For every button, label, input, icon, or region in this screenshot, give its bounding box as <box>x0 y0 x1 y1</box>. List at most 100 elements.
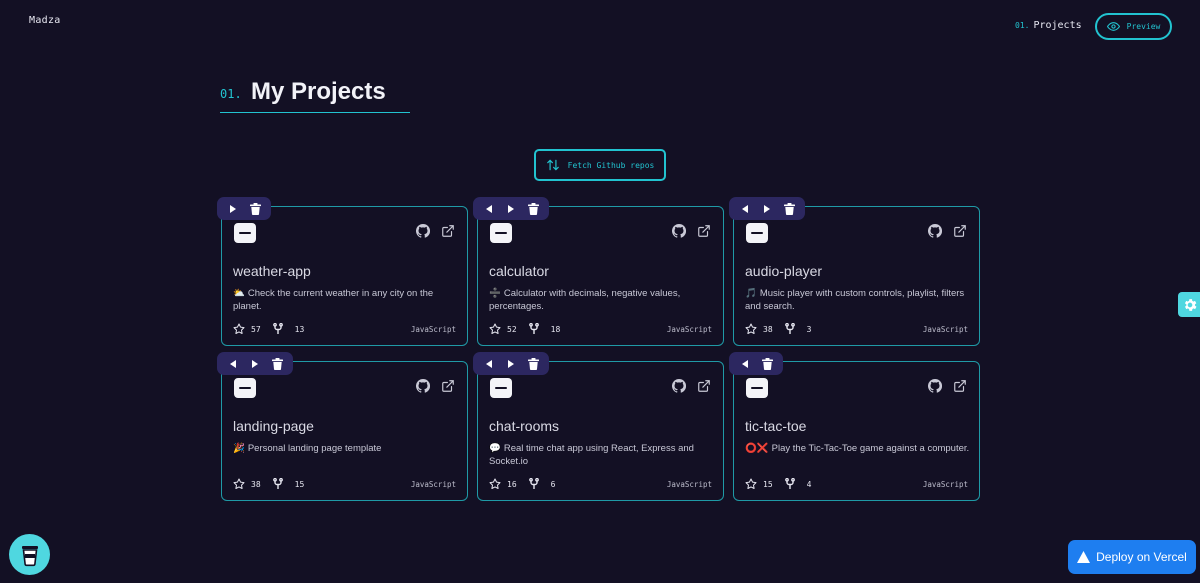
external-link-icon[interactable] <box>697 224 711 238</box>
folder-icon <box>746 378 768 398</box>
move-left-button[interactable] <box>481 356 497 372</box>
fork-count: 3 <box>806 324 812 334</box>
github-icon[interactable] <box>415 223 431 238</box>
github-icon[interactable] <box>671 223 687 238</box>
move-right-button[interactable] <box>225 201 241 217</box>
star-count: 15 <box>763 479 773 489</box>
fork-icon <box>784 323 801 335</box>
swap-vertical-icon <box>546 159 559 171</box>
delete-button[interactable] <box>525 356 541 372</box>
star-icon <box>745 323 763 335</box>
move-left-button[interactable] <box>481 201 497 217</box>
project-name[interactable]: tic-tac-toe <box>745 418 806 434</box>
settings-button[interactable] <box>1178 292 1200 317</box>
project-stats: 15 4 <box>745 478 811 490</box>
project-language: JavaScript <box>922 325 968 334</box>
project-emoji: 🎵 <box>745 288 757 299</box>
external-link-icon[interactable] <box>697 379 711 393</box>
card-toolbar <box>217 197 271 220</box>
nav-link-projects[interactable]: 01. Projects <box>1015 20 1082 31</box>
project-emoji: 🎉 <box>233 443 245 454</box>
project-description: 💬 Real time chat app using React, Express… <box>489 442 717 468</box>
delete-button[interactable] <box>525 201 541 217</box>
gear-icon <box>1184 298 1197 311</box>
external-link-icon[interactable] <box>953 379 967 393</box>
nav-projects-number: 01. <box>1015 21 1030 30</box>
card-toolbar <box>729 352 783 375</box>
delete-button[interactable] <box>247 201 263 217</box>
coffee-cup-icon <box>21 545 38 566</box>
move-left-button[interactable] <box>737 356 753 372</box>
project-name[interactable]: calculator <box>489 263 549 279</box>
project-language: JavaScript <box>410 480 456 489</box>
fork-count: 4 <box>806 479 812 489</box>
project-name[interactable]: chat-rooms <box>489 418 559 434</box>
delete-button[interactable] <box>781 201 797 217</box>
project-description-text: Calculator with decimals, negative value… <box>489 288 681 312</box>
external-link-icon[interactable] <box>953 224 967 238</box>
github-icon[interactable] <box>927 378 943 393</box>
project-stats: 57 13 <box>233 323 304 335</box>
project-description: ⭕❌ Play the Tic-Tac-Toe game against a co… <box>745 442 973 455</box>
move-right-button[interactable] <box>759 201 775 217</box>
fork-count: 18 <box>550 324 561 334</box>
project-name[interactable]: weather-app <box>233 263 311 279</box>
move-left-button[interactable] <box>225 356 241 372</box>
delete-button[interactable] <box>269 356 285 372</box>
external-link-icon[interactable] <box>441 379 455 393</box>
project-card: landing-page 🎉 Personal landing page templ… <box>217 352 468 501</box>
deploy-on-vercel-button[interactable]: Deploy on Vercel <box>1068 540 1196 574</box>
fork-icon <box>784 478 801 490</box>
arrow-left-icon <box>484 204 494 214</box>
arrow-right-icon <box>506 204 516 214</box>
project-language: JavaScript <box>410 325 456 334</box>
project-language: JavaScript <box>666 325 712 334</box>
project-stats: 52 18 <box>489 323 560 335</box>
arrow-left-icon <box>228 359 238 369</box>
trash-icon <box>249 202 261 215</box>
brand-logo[interactable]: Madza <box>29 15 61 26</box>
move-right-button[interactable] <box>503 201 519 217</box>
star-icon <box>233 478 251 490</box>
arrow-left-icon <box>740 204 750 214</box>
trash-icon <box>761 357 773 370</box>
star-count: 38 <box>251 479 261 489</box>
section-number: 01. <box>220 87 242 101</box>
arrow-right-icon <box>228 204 238 214</box>
github-icon[interactable] <box>927 223 943 238</box>
fetch-github-repos-button[interactable]: Fetch Github repos <box>534 149 666 181</box>
move-right-button[interactable] <box>247 356 263 372</box>
project-emoji: 💬 <box>489 443 501 454</box>
preview-button[interactable]: Preview <box>1095 13 1172 40</box>
project-description: 🎵 Music player with custom controls, play… <box>745 287 973 313</box>
delete-button[interactable] <box>759 356 775 372</box>
project-card: weather-app ⛅ Check the current weather in… <box>217 197 468 346</box>
external-link-icon[interactable] <box>441 224 455 238</box>
github-icon[interactable] <box>415 378 431 393</box>
trash-icon <box>527 357 539 370</box>
project-name[interactable]: landing-page <box>233 418 314 434</box>
buy-me-a-coffee-button[interactable] <box>9 534 50 575</box>
project-name[interactable]: audio-player <box>745 263 822 279</box>
star-count: 38 <box>763 324 773 334</box>
project-card: tic-tac-toe ⭕❌ Play the Tic-Tac-Toe game a… <box>729 352 980 501</box>
star-icon <box>489 478 507 490</box>
trash-icon <box>527 202 539 215</box>
project-description-text: Personal landing page template <box>247 443 382 454</box>
fork-icon <box>528 478 545 490</box>
project-description-text: Real time chat app using React, Express … <box>489 443 694 467</box>
card-toolbar <box>217 352 293 375</box>
project-language: JavaScript <box>666 480 712 489</box>
move-right-button[interactable] <box>503 356 519 372</box>
fork-count: 6 <box>550 479 556 489</box>
folder-icon <box>746 223 768 243</box>
arrow-right-icon <box>250 359 260 369</box>
folder-icon <box>234 223 256 243</box>
github-icon[interactable] <box>671 378 687 393</box>
project-stats: 16 6 <box>489 478 555 490</box>
project-emoji: ⛅ <box>233 288 245 299</box>
project-description-text: Check the current weather in any city on… <box>233 288 434 312</box>
move-left-button[interactable] <box>737 201 753 217</box>
card-toolbar <box>473 352 549 375</box>
arrow-left-icon <box>484 359 494 369</box>
